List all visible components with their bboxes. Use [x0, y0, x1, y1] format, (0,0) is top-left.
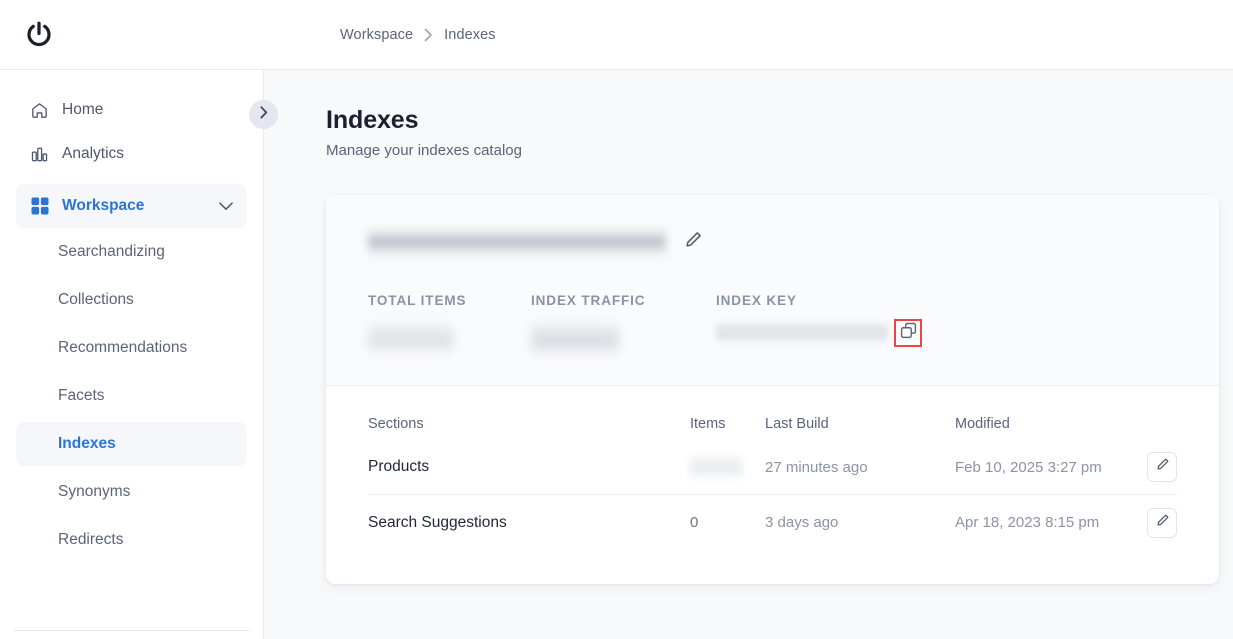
- stat-label: INDEX TRAFFIC: [531, 293, 646, 308]
- sidebar-item-label: Analytics: [62, 145, 125, 162]
- copy-icon: [900, 322, 917, 344]
- sidebar-subitem-label: Redirects: [58, 531, 124, 548]
- power-logo-icon: [24, 20, 54, 50]
- sidebar-item-home[interactable]: Home: [16, 88, 247, 132]
- main-content: Indexes Manage your indexes catalog TOTA…: [264, 70, 1233, 639]
- breadcrumb: Workspace Indexes: [340, 27, 496, 43]
- column-header-items: Items: [690, 416, 726, 432]
- sidebar-subitem-label: Collections: [58, 291, 134, 308]
- sidebar-subitem-label: Searchandizing: [58, 243, 165, 260]
- chevron-down-icon[interactable]: [219, 201, 233, 211]
- column-header-last-build: Last Build: [765, 416, 829, 432]
- bar-chart-icon: [30, 145, 49, 164]
- sidebar-item-indexes[interactable]: Indexes: [16, 422, 247, 466]
- column-header-sections: Sections: [368, 416, 424, 432]
- cell-items: [690, 454, 765, 480]
- edit-section-button[interactable]: [1147, 452, 1177, 482]
- pencil-icon: [683, 230, 703, 255]
- items-value-redacted: [690, 454, 742, 480]
- app-root: Workspace Indexes Home Analytics Workspa…: [0, 0, 1233, 639]
- index-card: TOTAL ITEMS INDEX TRAFFIC INDEX KEY Sect…: [326, 195, 1219, 584]
- stat-total-items: TOTAL ITEMS: [368, 293, 531, 359]
- brand-logo[interactable]: [0, 20, 72, 50]
- stat-index-key: INDEX KEY: [716, 293, 1177, 359]
- page-title: Indexes: [326, 106, 419, 134]
- sidebar-item-label: Workspace: [62, 197, 145, 214]
- stat-label: TOTAL ITEMS: [368, 293, 467, 308]
- sidebar-item-label: Home: [62, 101, 104, 118]
- sidebar-subitem-label: Indexes: [58, 435, 116, 452]
- copy-index-key-button[interactable]: [894, 319, 922, 347]
- sidebar: Home Analytics Workspace Searchandizing …: [0, 70, 264, 639]
- index-name-redacted: [368, 223, 666, 261]
- sidebar-item-facets[interactable]: Facets: [16, 374, 247, 418]
- cell-modified: Feb 10, 2025 3:27 pm: [955, 458, 1102, 476]
- sidebar-item-recommendations[interactable]: Recommendations: [16, 326, 247, 370]
- edit-index-name-button[interactable]: [682, 231, 704, 253]
- page-subtitle: Manage your indexes catalog: [326, 142, 522, 159]
- column-header-modified: Modified: [955, 416, 1010, 432]
- home-icon: [30, 101, 49, 120]
- cell-actions: [1133, 452, 1177, 482]
- sidebar-subitem-label: Recommendations: [58, 339, 188, 356]
- breadcrumb-separator-icon: [424, 28, 433, 42]
- sidebar-collapse-toggle[interactable]: [249, 100, 278, 129]
- sidebar-item-collections[interactable]: Collections: [16, 278, 247, 322]
- table-row[interactable]: Products 27 minutes ago Feb 10, 2025 3:2…: [368, 440, 1177, 495]
- cell-section: Products: [368, 458, 430, 475]
- cell-actions: [1133, 507, 1177, 538]
- stat-value-row: [531, 319, 716, 359]
- edit-section-button[interactable]: [1147, 507, 1177, 538]
- cell-modified: Apr 18, 2023 8:15 pm: [955, 514, 1100, 531]
- stat-index-traffic: INDEX TRAFFIC: [531, 293, 716, 359]
- sidebar-subitem-label: Facets: [58, 387, 105, 404]
- cell-last-build: 3 days ago: [765, 514, 839, 531]
- chevron-right-icon: [259, 105, 268, 124]
- top-bar: Workspace Indexes: [0, 0, 1233, 70]
- cell-section: Search Suggestions: [368, 513, 507, 531]
- sidebar-subitem-label: Synonyms: [58, 483, 131, 500]
- sidebar-item-workspace[interactable]: Workspace: [16, 184, 247, 228]
- pencil-icon: [1155, 457, 1170, 477]
- sections-table: Sections Items Last Build Modified Produ…: [326, 386, 1219, 584]
- sidebar-item-synonyms[interactable]: Synonyms: [16, 470, 247, 514]
- breadcrumb-item-workspace[interactable]: Workspace: [340, 27, 413, 43]
- stat-value-row: [368, 319, 531, 359]
- sidebar-item-searchandizing[interactable]: Searchandizing: [16, 230, 247, 274]
- sidebar-item-analytics[interactable]: Analytics: [16, 132, 247, 176]
- grid-icon: [30, 197, 49, 216]
- pencil-icon: [1155, 513, 1170, 533]
- cell-items: 0: [690, 514, 699, 531]
- cell-last-build: 27 minutes ago: [765, 458, 868, 476]
- stat-value-row: [716, 319, 1177, 347]
- index-traffic-value-redacted: [531, 319, 619, 359]
- sidebar-item-redirects[interactable]: Redirects: [16, 518, 247, 562]
- table-header-row: Sections Items Last Build Modified: [368, 416, 1177, 440]
- index-key-value-redacted: [716, 320, 888, 346]
- sidebar-divider: [14, 630, 249, 631]
- total-items-value-redacted: [368, 319, 454, 359]
- index-stats: TOTAL ITEMS INDEX TRAFFIC INDEX KEY: [368, 293, 1177, 359]
- table-row[interactable]: Search Suggestions 0 3 days ago Apr 18, …: [368, 495, 1177, 550]
- stat-label: INDEX KEY: [716, 293, 797, 308]
- index-name-row: [368, 223, 1177, 261]
- index-card-header: TOTAL ITEMS INDEX TRAFFIC INDEX KEY: [326, 195, 1219, 385]
- body-row: Home Analytics Workspace Searchandizing …: [0, 70, 1233, 639]
- breadcrumb-item-indexes[interactable]: Indexes: [444, 27, 496, 43]
